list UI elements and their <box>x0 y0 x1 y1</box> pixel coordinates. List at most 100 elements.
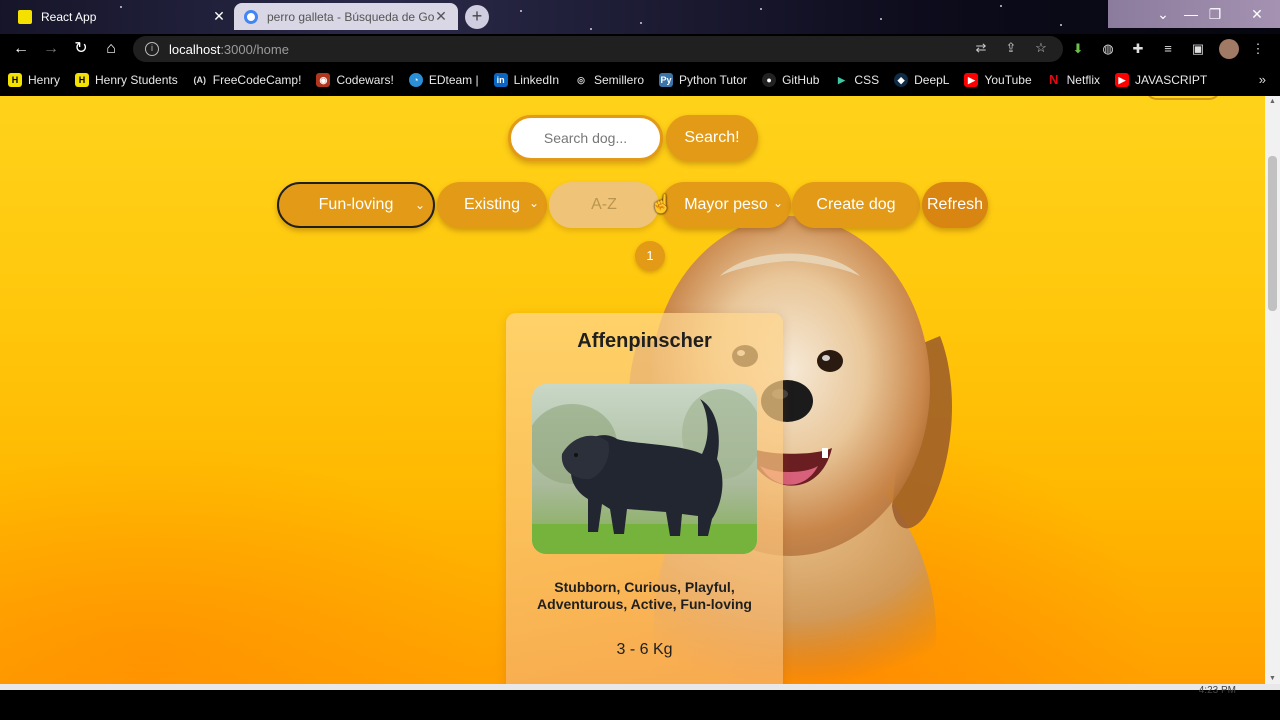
bookmark-label: CSS <box>854 73 880 87</box>
bookmark-henry-students[interactable]: H Henry Students <box>75 73 178 87</box>
temperament-select[interactable]: Fun-loving ⌄ <box>277 182 435 228</box>
home-icon[interactable]: ⌂ <box>101 39 121 59</box>
profile-avatar[interactable] <box>1219 39 1239 59</box>
google-icon <box>244 9 258 24</box>
bookmark-edteam[interactable]: ◔ EDteam | <box>408 73 479 87</box>
page-scrollbar[interactable]: ▲ ▼ <box>1265 96 1280 684</box>
extension-icon[interactable]: ◍ <box>1100 41 1116 57</box>
url-host: localhost <box>169 41 221 57</box>
url-path: :3000/home <box>220 41 289 57</box>
bookmark-label: Henry <box>28 73 61 87</box>
scrollbar-thumb[interactable] <box>1268 156 1277 311</box>
translate-icon[interactable]: ⇄ <box>973 40 989 56</box>
page-viewport: Search! Fun-loving ⌄ Existing ⌄ A-Z Mayo… <box>0 96 1265 684</box>
refresh-label: Refresh <box>926 196 984 213</box>
menu-kebab-icon[interactable]: ⋮ <box>1250 41 1266 57</box>
search-button[interactable]: Search! <box>666 115 758 161</box>
henry-icon: H <box>8 73 22 87</box>
alphabetical-order-select[interactable]: A-Z <box>549 182 659 228</box>
star-decoration <box>1000 5 1002 7</box>
edteam-icon: ◔ <box>408 73 423 87</box>
weight-order-select[interactable]: Mayor peso ⌄ <box>661 182 791 228</box>
reload-icon[interactable]: ↻ <box>71 39 91 59</box>
bookmark-label: Python Tutor <box>679 73 748 87</box>
semillero-icon: ◎ <box>577 75 585 85</box>
github-icon: ● <box>762 73 777 87</box>
back-arrow-icon[interactable]: ← <box>11 39 31 59</box>
chevron-down-icon: ⌄ <box>772 196 783 210</box>
bookmark-label: EDteam | <box>428 73 479 87</box>
more-bookmarks-icon[interactable]: » <box>1259 72 1266 87</box>
bookmark-codewars[interactable]: ◉ Codewars! <box>316 73 394 87</box>
tab-react-app[interactable]: React App ✕ <box>8 3 236 30</box>
bookmark-label: Henry Students <box>95 73 178 87</box>
netflix-icon: N <box>1048 72 1059 87</box>
youtube-icon: ▶ <box>964 73 979 87</box>
os-taskbar: 4:23 PM <box>0 684 1280 720</box>
chevron-down-icon: ⌄ <box>414 198 425 212</box>
tab-strip: React App ✕ perro galleta - Búsqueda de … <box>0 0 1280 34</box>
share-icon[interactable]: ⇪ <box>1003 40 1019 56</box>
forward-arrow-icon[interactable]: → <box>41 39 61 59</box>
create-dog-button[interactable]: Create dog <box>792 182 920 228</box>
restore-icon[interactable]: ❐ <box>1192 0 1238 28</box>
bookmark-youtube[interactable]: ▶ YouTube <box>964 73 1032 87</box>
bookmark-label: Netflix <box>1066 73 1100 87</box>
scroll-up-icon[interactable]: ▲ <box>1268 98 1277 105</box>
dog-card[interactable]: Affenpinscher Stubborn, Curious, Playful… <box>506 313 783 684</box>
close-window-icon[interactable]: ✕ <box>1234 0 1280 28</box>
tab-title: perro galleta - Búsqueda de Goo <box>267 9 434 24</box>
hand-cursor-icon: ☝ <box>650 194 673 214</box>
close-icon[interactable]: ✕ <box>212 8 226 25</box>
henry-icon: H <box>75 73 90 87</box>
star-decoration <box>590 28 592 30</box>
page-button-1[interactable]: 1 <box>635 241 665 271</box>
new-tab-button[interactable]: + <box>465 5 489 29</box>
tab-google-search[interactable]: perro galleta - Búsqueda de Goo ✕ <box>234 3 458 30</box>
bookmark-javascript[interactable]: ▶ JAVASCRIPT <box>1114 73 1207 87</box>
freecodecamp-icon: (A) <box>193 75 206 85</box>
scroll-down-icon[interactable]: ▼ <box>1268 675 1277 682</box>
bookmark-label: Semillero <box>594 73 645 87</box>
bookmark-github[interactable]: ● GitHub <box>762 73 819 87</box>
dog-weight: 3 - 6 Kg <box>616 641 673 658</box>
taskbar-strip <box>0 684 1280 690</box>
python-icon: Py <box>659 73 674 87</box>
star-decoration <box>880 18 882 20</box>
browser-toolbar: ← → ↻ ⌂ i localhost:3000/home ⇄ ⇪ ☆ ⬇ ◍ … <box>0 34 1280 64</box>
star-decoration <box>1060 24 1062 26</box>
dog-temperaments: Stubborn, Curious, Playful, Adventurous,… <box>537 579 752 612</box>
bookmark-label: Codewars! <box>336 73 394 87</box>
search-input[interactable] <box>508 115 663 161</box>
address-bar[interactable]: i localhost:3000/home <box>133 36 1063 62</box>
bookmark-label: GitHub <box>782 73 820 87</box>
bookmark-deepl[interactable]: ◆ DeepL <box>894 73 949 87</box>
bookmark-label: YouTube <box>984 73 1032 87</box>
download-extension-icon[interactable]: ⬇ <box>1070 41 1086 57</box>
bookmark-python-tutor[interactable]: Py Python Tutor <box>659 73 747 87</box>
source-select[interactable]: Existing ⌄ <box>437 182 547 228</box>
refresh-button[interactable]: Refresh <box>922 182 988 228</box>
bookmark-netflix[interactable]: N Netflix <box>1047 72 1100 88</box>
nav-button-partial[interactable] <box>1145 96 1221 100</box>
close-icon[interactable]: ✕ <box>434 8 448 25</box>
bookmark-label: DeepL <box>914 73 950 87</box>
css-icon: ▶ <box>837 75 845 85</box>
bookmark-star-icon[interactable]: ☆ <box>1033 40 1049 56</box>
puzzle-extensions-icon[interactable]: ✚ <box>1130 41 1146 57</box>
linkedin-icon: in <box>493 73 508 87</box>
side-panel-icon[interactable]: ▣ <box>1190 41 1206 57</box>
bookmarks-bar: H Henry H Henry Students (A) FreeCodeCamp! … <box>0 64 1280 96</box>
media-queue-icon[interactable]: ≡ <box>1160 41 1176 57</box>
bookmark-freecodecamp[interactable]: (A) FreeCodeCamp! <box>193 73 302 87</box>
bookmark-css[interactable]: ▶ CSS <box>834 73 879 87</box>
bookmark-linkedin[interactable]: in LinkedIn <box>493 73 559 87</box>
tab-title: React App <box>41 9 97 24</box>
bookmark-henry[interactable]: H Henry <box>8 73 60 87</box>
info-icon[interactable]: i <box>145 42 159 56</box>
bookmark-label: FreeCodeCamp! <box>212 73 302 87</box>
create-dog-label: Create dog <box>816 196 896 213</box>
search-button-label: Search! <box>684 129 740 146</box>
bookmark-semillero[interactable]: ◎ Semillero <box>574 73 644 87</box>
clock: 4:23 PM <box>1198 685 1236 696</box>
